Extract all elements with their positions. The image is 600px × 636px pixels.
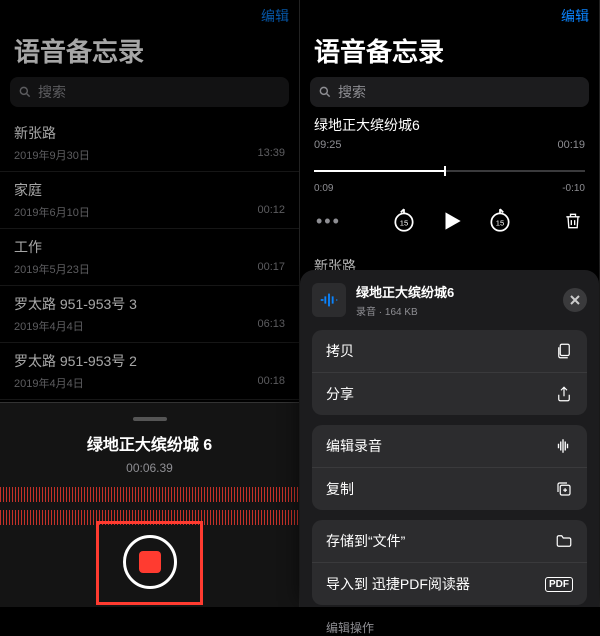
action-label: 拷贝 (326, 341, 354, 361)
page-title: 语音备忘录 (0, 28, 299, 77)
share-icon (555, 385, 573, 403)
svg-text:15: 15 (496, 218, 504, 227)
playback-title: 绿地正大缤纷城6 (314, 115, 585, 135)
search-placeholder: 搜索 (38, 82, 66, 102)
search-input[interactable]: 搜索 (310, 77, 589, 107)
action-group: 编辑录音 复制 (312, 425, 587, 510)
sheet-handle[interactable] (133, 417, 167, 421)
delete-button[interactable] (563, 211, 583, 231)
right-screenshot: 编辑 语音备忘录 搜索 绿地正大缤纷城6 09:25 00:19 0:09 -0… (300, 0, 600, 607)
svg-text:15: 15 (400, 218, 408, 227)
list-item[interactable]: 新张路 2019年9月30日 13:39 (0, 115, 299, 172)
item-duration: 00:17 (257, 261, 285, 277)
item-date: 2019年4月4日 (14, 375, 84, 391)
item-title: 工作 (14, 237, 285, 257)
playback-duration: 00:19 (557, 139, 585, 151)
folder-icon (555, 532, 573, 550)
search-icon (318, 85, 332, 99)
scrubber-remaining: -0:10 (562, 183, 585, 194)
action-group: 存储到“文件” 导入到 迅捷PDF阅读器 PDF (312, 520, 587, 605)
page-title: 语音备忘录 (300, 28, 599, 77)
item-title: 新张路 (14, 123, 285, 143)
item-date: 2019年4月4日 (14, 318, 84, 334)
truncated-label: 编辑操作 (312, 615, 587, 636)
waveform-thumb-icon (318, 289, 340, 311)
recording-elapsed: 00:06.39 (126, 461, 173, 475)
share-sheet: 绿地正大缤纷城6 录音 · 164 KB 拷贝 分享 编辑录音 (300, 270, 599, 607)
rewind-15-button[interactable]: 15 (391, 208, 417, 234)
action-label: 分享 (326, 384, 354, 404)
edit-button[interactable]: 编辑 (561, 6, 589, 26)
item-date: 2019年9月30日 (14, 147, 90, 163)
list-item[interactable]: 罗太路 951-953号 2 2019年4月4日 00:18 (0, 343, 299, 400)
close-button[interactable] (563, 288, 587, 312)
more-button[interactable]: ••• (316, 211, 341, 232)
close-icon (570, 295, 580, 305)
action-share[interactable]: 分享 (312, 372, 587, 415)
action-save-to-files[interactable]: 存储到“文件” (312, 520, 587, 562)
waveform-icon (553, 437, 573, 455)
item-duration: 00:12 (257, 204, 285, 220)
edit-button[interactable]: 编辑 (261, 6, 289, 26)
action-label: 存储到“文件” (326, 531, 405, 551)
scrubber[interactable] (314, 161, 585, 181)
pdf-icon: PDF (545, 577, 573, 592)
search-icon (18, 85, 32, 99)
action-import-pdf-reader[interactable]: 导入到 迅捷PDF阅读器 PDF (312, 562, 587, 605)
stop-record-button[interactable] (123, 535, 177, 589)
playback-time: 09:25 (314, 139, 342, 151)
search-input[interactable]: 搜索 (10, 77, 289, 107)
action-edit-recording[interactable]: 编辑录音 (312, 425, 587, 467)
item-duration: 00:18 (257, 375, 285, 391)
stop-icon (139, 551, 161, 573)
recording-title: 绿地正大缤纷城 6 (87, 431, 212, 455)
item-title: 罗太路 951-953号 2 (14, 351, 285, 371)
forward-15-button[interactable]: 15 (487, 208, 513, 234)
action-label: 编辑录音 (326, 436, 382, 456)
list-item[interactable]: 家庭 2019年6月10日 00:12 (0, 172, 299, 229)
list-item[interactable]: 罗太路 951-953号 3 2019年4月4日 06:13 (0, 286, 299, 343)
left-screenshot: 编辑 语音备忘录 搜索 新张路 2019年9月30日 13:39 家庭 2019年… (0, 0, 300, 607)
item-title: 罗太路 951-953号 3 (14, 294, 285, 314)
play-button[interactable] (439, 208, 465, 234)
list-item[interactable]: 工作 2019年5月23日 00:17 (0, 229, 299, 286)
copy-icon (555, 342, 573, 360)
action-label: 导入到 迅捷PDF阅读器 (326, 574, 470, 594)
duplicate-icon (555, 480, 573, 498)
recording-panel: 绿地正大缤纷城 6 00:06.39 (0, 402, 299, 607)
search-placeholder: 搜索 (338, 82, 366, 102)
item-date: 2019年6月10日 (14, 204, 90, 220)
action-group: 拷贝 分享 (312, 330, 587, 415)
sheet-title: 绿地正大缤纷城6 (356, 282, 553, 301)
item-duration: 06:13 (257, 318, 285, 334)
sheet-thumbnail (312, 283, 346, 317)
action-label: 复制 (326, 479, 354, 499)
item-duration: 13:39 (257, 147, 285, 163)
item-title: 家庭 (14, 180, 285, 200)
action-duplicate[interactable]: 复制 (312, 467, 587, 510)
playback-block: 绿地正大缤纷城6 09:25 00:19 0:09 -0:10 ••• 15 1… (300, 115, 599, 234)
waveform (0, 487, 299, 525)
item-date: 2019年5月23日 (14, 261, 90, 277)
scrubber-position: 0:09 (314, 183, 333, 194)
action-copy[interactable]: 拷贝 (312, 330, 587, 372)
sheet-meta: 录音 · 164 KB (356, 303, 553, 318)
